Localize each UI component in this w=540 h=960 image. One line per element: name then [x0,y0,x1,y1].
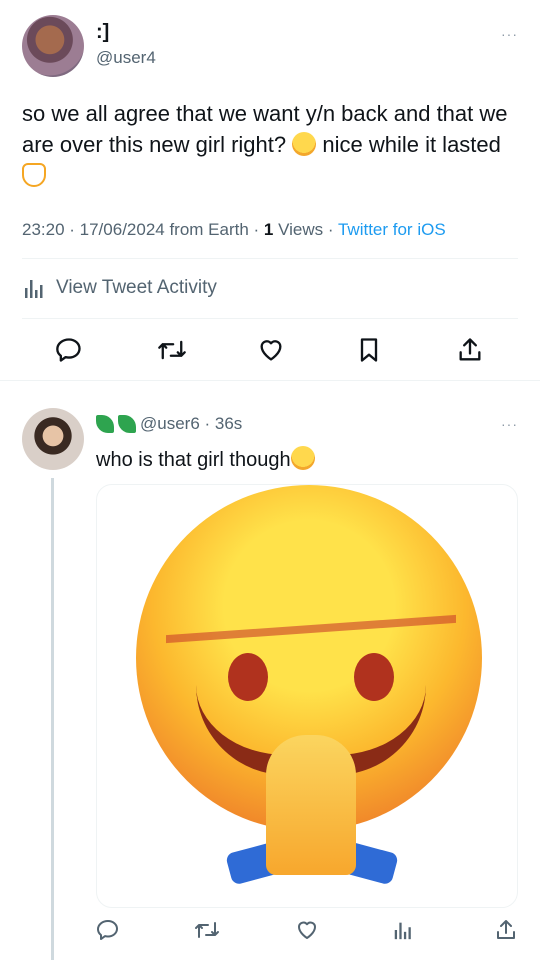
thread-line [51,478,54,960]
praying-face-meme-image [136,485,482,886]
more-options-icon[interactable]: ··· [501,416,518,432]
avatar[interactable] [22,15,84,77]
view-tweet-activity-label: View Tweet Activity [56,277,217,298]
reply-header: @user6 · 36s [96,414,242,434]
reply-handle[interactable]: @user6 · 36s [140,414,242,434]
reply-icon[interactable] [55,336,83,364]
share-icon[interactable] [456,336,484,364]
heart-hands-emoji-icon [22,163,46,187]
like-icon[interactable] [294,918,320,942]
tweet-text-part: nice while it lasted [316,132,501,157]
reply-avatar[interactable] [22,408,84,470]
praying-hands [266,735,356,875]
tweet-metadata: 23:20 · 17/06/2024 from Earth · 1 Views … [22,220,446,240]
analytics-icon [22,276,46,300]
user-handle[interactable]: @user4 [96,48,156,68]
loudly-crying-face-emoji-icon [290,446,315,470]
timestamp: 23:20 · 17/06/2024 from Earth · [22,220,264,239]
reply-media-image[interactable] [96,484,518,908]
tweet-text: so we all agree that we want y/n back an… [22,98,522,191]
views-label: Views · [273,220,338,239]
reply-text: who is that girl though [96,446,315,472]
display-name[interactable]: :] [96,21,109,44]
source-link[interactable]: Twitter for iOS [338,220,446,239]
reply-text-content: who is that girl though [96,449,291,471]
leaf-emoji-icon [118,415,136,433]
divider [22,258,518,259]
divider [22,318,518,319]
like-icon[interactable] [256,336,286,364]
loudly-crying-face-emoji-icon [292,132,317,156]
retweet-icon[interactable] [194,918,220,942]
more-options-icon[interactable]: ··· [501,26,518,42]
views-count[interactable]: 1 [264,220,273,239]
share-icon[interactable] [494,918,518,942]
divider [0,380,540,381]
leaf-emoji-icon [96,415,114,433]
views-icon[interactable] [392,918,414,942]
retweet-icon[interactable] [157,336,187,364]
reply-icon[interactable] [96,918,120,942]
view-tweet-activity-button[interactable]: View Tweet Activity [22,276,217,300]
bookmark-icon[interactable] [356,336,382,364]
